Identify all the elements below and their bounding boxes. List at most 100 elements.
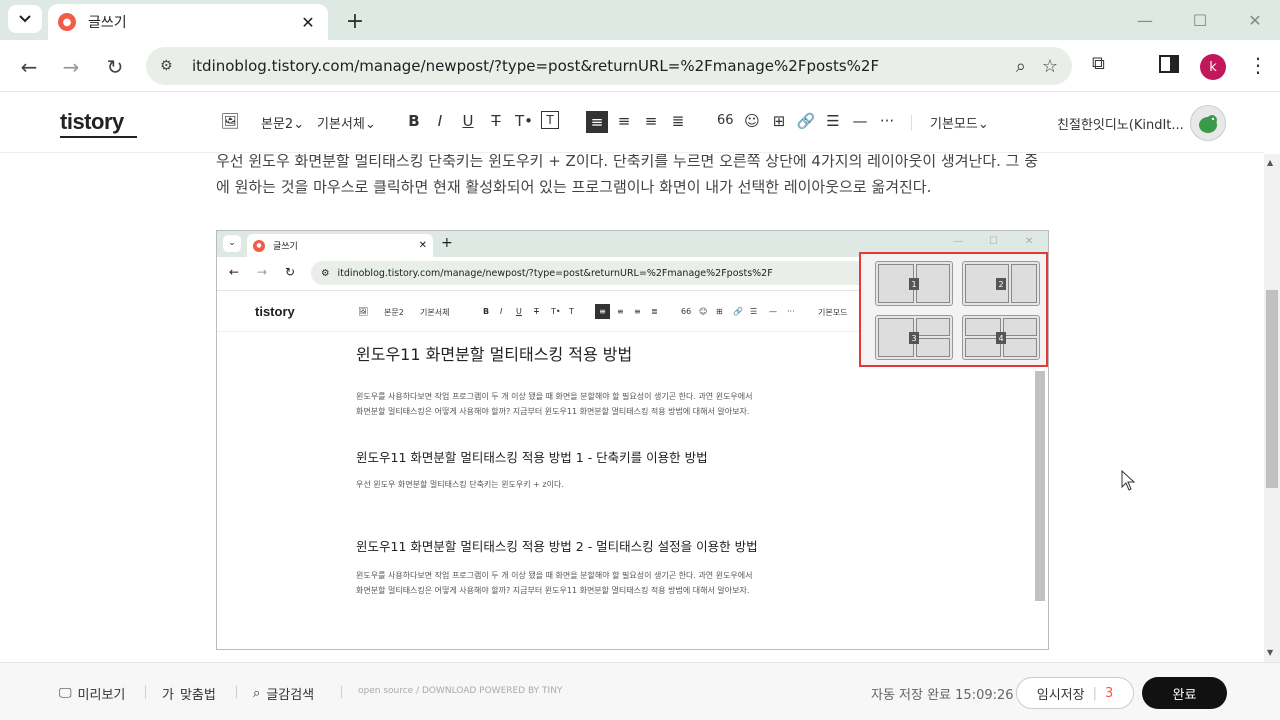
browser-tab[interactable]: ● 글쓰기 ✕: [48, 4, 328, 40]
strikethrough-icon[interactable]: T: [486, 111, 506, 131]
snap-number: 1: [909, 278, 919, 290]
publish-button[interactable]: 완료: [1142, 677, 1227, 709]
embed-italic-icon: I: [500, 307, 503, 316]
scroll-up-icon[interactable]: ▲: [1267, 158, 1273, 167]
embed-list-icon: ☰: [750, 307, 758, 316]
snap-layout-1: 1: [875, 261, 953, 306]
body-paragraph[interactable]: 우선 윈도우 화면분할 멀티태스킹 단축키는 윈도우키 + Z이다. 단축키를 …: [216, 154, 1046, 200]
embed-intro: 윈도우를 사용하다보면 작업 프로그램이 두 개 이상 됐을 때 화면을 분할해…: [356, 389, 916, 419]
align-justify-icon[interactable]: ≣: [668, 111, 688, 131]
browser-menu-icon[interactable]: ⋮: [1248, 53, 1268, 77]
reload-icon[interactable]: ↻: [100, 52, 130, 82]
embedded-screenshot[interactable]: ⌄ ● 글쓰기 ✕ + — ☐ ✕ ← → ↻ ⚙ itdinoblog.tis…: [216, 230, 1049, 650]
snap-cell: [1011, 264, 1037, 303]
monitor-icon: 🖵: [59, 686, 72, 701]
toolbar-divider: [911, 115, 912, 131]
user-avatar[interactable]: [1190, 105, 1226, 141]
scroll-thumb[interactable]: [1266, 290, 1278, 488]
embed-minimize-icon: —: [953, 236, 963, 247]
maximize-icon[interactable]: ☐: [1185, 8, 1215, 32]
tab-title: 글쓰기: [88, 15, 127, 31]
tistory-logo[interactable]: tistory: [60, 109, 124, 135]
mode-dropdown[interactable]: 기본모드⌄: [930, 113, 989, 132]
embed-more-icon: ···: [787, 307, 795, 316]
address-bar[interactable]: ⚙ itdinoblog.tistory.com/manage/newpost/…: [146, 47, 1072, 85]
align-right-icon[interactable]: ≡: [641, 111, 661, 131]
mouse-cursor-icon: [1121, 470, 1136, 491]
snap-cell: [916, 318, 950, 336]
embed-bg-icon: T: [569, 307, 574, 316]
save-draft-button[interactable]: 임시저장 | 3: [1016, 677, 1134, 709]
side-panel-icon[interactable]: [1158, 53, 1180, 75]
user-name[interactable]: 친절한잇디노(KindIt...: [1057, 114, 1184, 133]
zoom-icon[interactable]: ⌕: [1016, 56, 1026, 77]
scroll-down-icon[interactable]: ▼: [1267, 648, 1273, 657]
heading-style-dropdown[interactable]: 본문2⌄: [261, 113, 304, 132]
embed-tab-title: 글쓰기: [273, 242, 298, 252]
material-search-label: 글감검색: [266, 688, 315, 703]
editor-content[interactable]: 우선 윈도우 화면분할 멀티태스킹 단축키는 윈도우키 + Z이다. 단축키를 …: [0, 154, 1264, 662]
tiny-powered-label[interactable]: open source / DOWNLOAD POWERED BY TINY: [358, 686, 562, 696]
text-color-icon[interactable]: T•: [514, 111, 534, 131]
quote-button[interactable]: 66: [717, 113, 734, 128]
material-search-button[interactable]: ⌕ 글감검색: [253, 684, 314, 703]
embed-close-icon: ✕: [1025, 236, 1034, 247]
list-icon[interactable]: ☰: [823, 111, 843, 131]
more-options-icon[interactable]: ···: [877, 111, 897, 131]
snap-number: 3: [909, 332, 919, 344]
embed-heading-label: 본문2: [384, 308, 404, 317]
table-icon[interactable]: ⊞: [769, 111, 789, 131]
underline-icon[interactable]: U: [458, 111, 478, 131]
profile-avatar[interactable]: k: [1200, 54, 1226, 80]
embed-heading-2: 윈도우11 화면분할 멀티태스킹 적용 방법 2 - 멀티태스킹 설정을 이용한…: [356, 539, 758, 554]
editor-bottom-bar: 🖵 미리보기 가 맞춤법 ⌕ 글감검색 open source / DOWNLOAD …: [0, 662, 1280, 720]
url-text[interactable]: itdinoblog.tistory.com/manage/newpost/?t…: [192, 57, 1000, 75]
horizontal-rule-icon[interactable]: —: [850, 111, 870, 131]
minimize-icon[interactable]: —: [1130, 8, 1160, 32]
snap-cell: [1003, 318, 1037, 336]
embed-new-tab-icon: +: [441, 235, 453, 251]
snap-cell: [916, 264, 950, 303]
forward-icon[interactable]: →: [56, 52, 86, 82]
close-window-icon[interactable]: ✕: [1240, 8, 1270, 32]
bottom-divider: [145, 686, 146, 698]
spellcheck-button[interactable]: 가 맞춤법: [162, 684, 216, 703]
embed-site-info-icon: ⚙: [321, 267, 330, 279]
tab-search-button[interactable]: [8, 5, 42, 33]
embed-heading-1: 윈도우11 화면분할 멀티태스킹 적용 방법 1 - 단축키를 이용한 방법: [356, 450, 708, 465]
close-tab-icon[interactable]: ✕: [298, 13, 318, 32]
font-dropdown[interactable]: 기본서체⌄: [317, 113, 376, 132]
embed-back-icon: ←: [229, 265, 240, 279]
embed-paragraph-2-line: 윈도우를 사용하다보면 작업 프로그램이 두 개 이상 됐을 때 화면을 분할해…: [356, 571, 753, 580]
extensions-icon[interactable]: ⧉: [1092, 53, 1105, 74]
text-background-icon[interactable]: T: [541, 111, 559, 129]
embed-link-icon: 🔗: [733, 307, 743, 316]
embed-hr-icon: —: [769, 307, 777, 316]
bookmark-star-icon[interactable]: ☆: [1042, 56, 1058, 77]
mode-label: 기본모드: [930, 117, 978, 132]
embed-forward-icon: →: [257, 265, 268, 279]
page-scrollbar[interactable]: ▲ ▼: [1264, 154, 1280, 662]
heading-style-label: 본문2: [261, 117, 294, 132]
draft-count: 3: [1104, 685, 1114, 701]
back-icon[interactable]: ←: [14, 52, 44, 82]
site-info-icon[interactable]: ⚙: [160, 58, 182, 74]
align-left-icon[interactable]: ≡: [586, 111, 608, 133]
image-insert-icon[interactable]: 🖼: [220, 111, 240, 131]
italic-icon[interactable]: I: [430, 111, 450, 131]
embed-logo: tistory: [255, 304, 295, 319]
font-label: 기본서체: [317, 117, 365, 132]
embed-reload-icon: ↻: [285, 265, 296, 279]
embed-tab: ● 글쓰기 ✕: [247, 234, 433, 257]
bottom-divider: [236, 686, 237, 698]
new-tab-button[interactable]: +: [342, 8, 368, 34]
preview-button[interactable]: 🖵 미리보기: [59, 684, 125, 703]
emoji-icon[interactable]: ☺: [742, 111, 762, 131]
embed-chevron-icon: ⌄: [223, 235, 241, 252]
embed-strike-icon: T: [534, 307, 539, 316]
embed-justify-icon: ≣: [651, 307, 658, 316]
align-center-icon[interactable]: ≡: [614, 111, 634, 131]
editor-toolbar: tistory 🖼 본문2⌄ 기본서체⌄ B I U T T• T ≡ ≡ ≡ …: [0, 93, 1264, 153]
link-icon[interactable]: 🔗: [796, 111, 816, 131]
bold-icon[interactable]: B: [404, 111, 424, 131]
